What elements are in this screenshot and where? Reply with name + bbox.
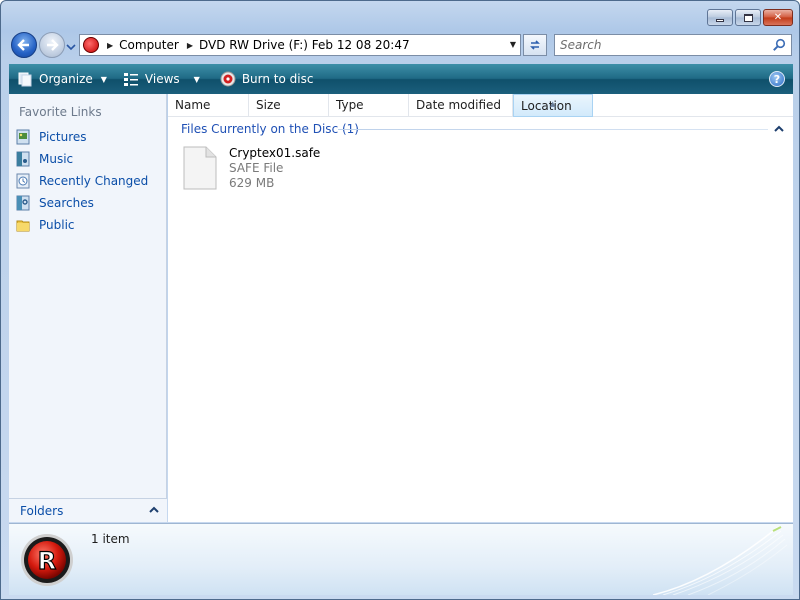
sidebar-item-music[interactable]: Music — [15, 148, 148, 170]
file-type: SAFE File — [229, 161, 284, 175]
generic-file-icon — [183, 146, 217, 190]
burn-to-disc-button[interactable]: Burn to disc — [208, 64, 322, 94]
chevron-up-icon — [149, 506, 159, 513]
close-icon: ✕ — [773, 12, 783, 23]
back-button[interactable] — [11, 32, 37, 58]
group-header[interactable]: Files Currently on the Disc (1) — [181, 122, 359, 136]
breadcrumb-separator-icon[interactable]: ▶ — [107, 41, 113, 50]
forward-arrow-icon — [47, 39, 59, 51]
favorite-links-heading: Favorite Links — [19, 105, 102, 119]
explorer-window: ✕ ▶ Computer ▶ DVD RW Drive (F:) Feb 12 … — [0, 0, 800, 600]
group-divider — [338, 129, 768, 130]
minimize-icon — [716, 19, 724, 22]
recently-changed-icon — [16, 173, 30, 189]
search-input[interactable] — [560, 38, 760, 52]
sidebar-item-searches[interactable]: Searches — [15, 192, 148, 214]
address-bar[interactable]: ▶ Computer ▶ DVD RW Drive (F:) Feb 12 08… — [79, 34, 521, 56]
search-box[interactable] — [554, 34, 792, 56]
refresh-icon — [530, 40, 540, 50]
recent-pages-dropdown[interactable] — [66, 41, 76, 51]
burn-disc-icon — [220, 71, 236, 87]
column-header-type[interactable]: Type — [329, 94, 409, 117]
breadcrumb-dvd-drive[interactable]: DVD RW Drive (F:) Feb 12 08 20:47 — [199, 38, 410, 52]
close-button[interactable]: ✕ — [763, 9, 793, 26]
sidebar-item-label: Pictures — [39, 130, 87, 144]
column-header-date-modified[interactable]: Date modified — [409, 94, 513, 117]
help-icon: ? — [773, 72, 781, 86]
favorite-links-list: Pictures Music Recently Changed Searches… — [15, 126, 148, 236]
navigation-pane: Favorite Links Pictures Music Recently C… — [9, 94, 167, 522]
item-count: 1 item — [91, 532, 130, 546]
disc-drive-icon — [83, 37, 99, 53]
sidebar-item-label: Searches — [39, 196, 94, 210]
views-icon — [123, 73, 138, 86]
column-header-size[interactable]: Size — [249, 94, 329, 117]
file-list-view: Name Size Type Date modified ▲ Location … — [168, 94, 793, 522]
help-button[interactable]: ? — [769, 71, 785, 87]
pictures-icon — [16, 129, 30, 145]
disc-drive-large-icon: R — [21, 534, 73, 586]
breadcrumb-computer[interactable]: Computer — [119, 38, 179, 52]
forward-button[interactable] — [39, 32, 65, 58]
minimize-button[interactable] — [707, 9, 733, 26]
svg-text:R: R — [38, 547, 56, 575]
address-dropdown-icon[interactable]: ▼ — [510, 40, 516, 49]
column-header-location[interactable]: ▲ Location — [513, 94, 593, 117]
folders-toggle[interactable]: Folders — [9, 498, 167, 522]
column-header-name[interactable]: Name — [168, 94, 249, 117]
maximize-icon — [743, 13, 753, 22]
music-icon — [16, 151, 30, 167]
refresh-button[interactable] — [523, 34, 547, 56]
public-folder-icon — [16, 220, 30, 232]
chevron-down-icon: ▼ — [193, 74, 200, 84]
file-size: 629 MB — [229, 176, 275, 190]
file-meta: Cryptex01.safe SAFE File 629 MB — [229, 146, 320, 191]
sidebar-item-recently-changed[interactable]: Recently Changed — [15, 170, 148, 192]
sidebar-item-pictures[interactable]: Pictures — [15, 126, 148, 148]
search-icon[interactable] — [772, 38, 786, 52]
chevron-down-icon: ▼ — [100, 74, 107, 84]
breadcrumb-separator-icon[interactable]: ▶ — [187, 41, 193, 50]
caption-buttons: ✕ — [707, 9, 793, 26]
sidebar-item-label: Recently Changed — [39, 174, 149, 188]
organize-icon — [18, 72, 32, 87]
file-name: Cryptex01.safe — [229, 146, 321, 160]
sidebar-item-label: Music — [39, 152, 74, 166]
burn-label: Burn to disc — [241, 72, 314, 86]
folders-label: Folders — [20, 503, 64, 518]
searches-icon — [16, 195, 30, 211]
collapse-group-icon[interactable] — [774, 124, 784, 134]
organize-menu[interactable]: Organize ▼ — [9, 64, 115, 94]
command-bar: Organize ▼ Views ▼ Burn to disc ? — [9, 64, 793, 94]
views-label: Views — [144, 72, 180, 86]
column-header-location-label: Location — [521, 99, 572, 113]
chevron-down-icon — [66, 44, 76, 51]
maximize-button[interactable] — [735, 9, 761, 26]
organize-label: Organize — [39, 72, 93, 86]
views-menu[interactable]: Views ▼ — [115, 64, 208, 94]
sidebar-item-label: Public — [39, 218, 75, 232]
decorative-swoosh-icon — [653, 526, 788, 595]
details-pane: R 1 item — [9, 523, 793, 595]
column-headers: Name Size Type Date modified ▲ Location — [168, 94, 793, 117]
sort-ascending-icon: ▲ — [550, 100, 556, 108]
sidebar-item-public[interactable]: Public — [15, 214, 148, 236]
file-item[interactable]: Cryptex01.safe SAFE File 629 MB — [183, 146, 320, 191]
back-arrow-icon — [17, 39, 29, 51]
